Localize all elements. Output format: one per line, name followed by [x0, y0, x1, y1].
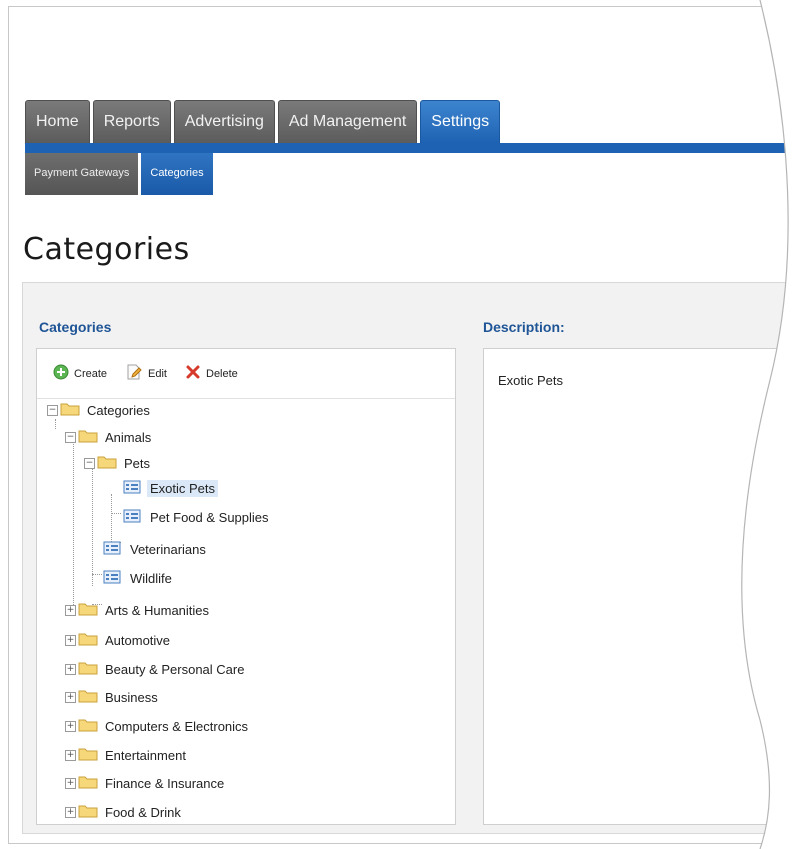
tree-connector	[92, 468, 93, 586]
expand-toggle[interactable]: +	[65, 691, 76, 703]
tree-node-label: Automotive	[105, 632, 171, 648]
category-tree-panel: Create Edit Delete − Categories − Animal…	[36, 348, 456, 825]
delete-button[interactable]: Delete	[185, 364, 238, 383]
red-x-icon	[185, 364, 201, 383]
main-tab-bar	[25, 143, 793, 153]
folder-icon	[78, 775, 102, 792]
tree-node-label: Entertainment	[105, 747, 186, 763]
tree-node-pets[interactable]: − Pets	[84, 452, 153, 474]
tree-node-label: Veterinarians	[130, 541, 206, 557]
folder-icon	[78, 602, 102, 619]
folder-icon	[60, 402, 84, 419]
collapse-toggle[interactable]: −	[84, 457, 95, 469]
tree-node-pet-food[interactable]: Pet Food & Supplies	[123, 506, 272, 528]
tree-node-animals[interactable]: − Animals	[65, 426, 154, 448]
tree-node-label: Food & Drink	[105, 804, 181, 820]
tree-node-wildlife[interactable]: Wildlife	[103, 567, 175, 589]
content-panel: Categories Description: Create Edit Dele…	[22, 282, 793, 834]
tree-node-computers[interactable]: + Computers & Electronics	[65, 715, 251, 737]
folder-icon	[78, 747, 102, 764]
folder-icon	[78, 632, 102, 649]
description-value: Exotic Pets	[498, 373, 564, 388]
list-item-icon	[103, 570, 127, 587]
expand-toggle[interactable]: +	[65, 663, 76, 675]
tree-node-label: Beauty & Personal Care	[105, 661, 245, 677]
folder-icon	[78, 661, 102, 678]
subtab-payment-gateways[interactable]: Payment Gateways	[25, 153, 139, 195]
tab-reports[interactable]: Reports	[92, 100, 171, 143]
tree-node-beauty[interactable]: + Beauty & Personal Care	[65, 658, 247, 680]
tree-node-arts[interactable]: + Arts & Humanities	[65, 599, 212, 621]
tree-node-automotive[interactable]: + Automotive	[65, 629, 173, 651]
tree-node-label: Finance & Insurance	[105, 775, 225, 791]
folder-icon	[78, 429, 102, 446]
tree-node-label: Arts & Humanities	[105, 602, 210, 618]
category-tree: − Categories − Animals − Pets Exotic Pet…	[37, 399, 455, 824]
expand-toggle[interactable]: +	[65, 777, 76, 789]
tree-node-label: Business	[105, 689, 158, 705]
subtab-categories[interactable]: Categories	[141, 153, 213, 195]
pencil-document-icon	[125, 363, 143, 384]
tree-node-exotic-pets[interactable]: Exotic Pets	[123, 477, 219, 499]
green-plus-circle-icon	[53, 364, 69, 383]
tree-node-label: Pet Food & Supplies	[150, 509, 269, 525]
expand-toggle[interactable]: +	[65, 806, 76, 818]
tree-node-label: Computers & Electronics	[105, 718, 249, 734]
main-nav-tabs: Home Reports Advertising Ad Management S…	[25, 100, 503, 144]
collapse-toggle[interactable]: −	[65, 431, 76, 443]
tree-connector	[111, 494, 112, 544]
tree-node-entertainment[interactable]: + Entertainment	[65, 744, 189, 766]
tree-connector	[111, 513, 121, 514]
tree-node-finance[interactable]: + Finance & Insurance	[65, 772, 227, 794]
sub-nav-tabs: Payment Gateways Categories	[25, 153, 216, 195]
tab-advertising[interactable]: Advertising	[173, 100, 275, 143]
tree-node-label: Pets	[124, 455, 151, 471]
list-item-icon	[103, 541, 127, 558]
tree-node-business[interactable]: + Business	[65, 686, 161, 708]
tree-node-label: Categories	[87, 402, 150, 418]
tree-node-food[interactable]: + Food & Drink	[65, 801, 184, 823]
list-item-icon	[123, 480, 147, 497]
tree-node-categories[interactable]: − Categories	[47, 399, 153, 421]
tree-connector	[73, 441, 74, 609]
tree-connector	[92, 574, 102, 575]
expand-toggle[interactable]: +	[65, 604, 76, 616]
tree-node-label: Animals	[105, 429, 152, 445]
delete-label: Delete	[206, 367, 238, 380]
edit-label: Edit	[148, 367, 167, 380]
tab-settings[interactable]: Settings	[420, 100, 501, 143]
edit-button[interactable]: Edit	[125, 363, 167, 384]
collapse-toggle[interactable]: −	[47, 404, 58, 416]
folder-icon	[78, 689, 102, 706]
tree-toolbar: Create Edit Delete	[37, 349, 455, 399]
folder-icon	[78, 718, 102, 735]
categories-panel-label: Categories	[39, 319, 112, 335]
expand-toggle[interactable]: +	[65, 749, 76, 761]
create-button[interactable]: Create	[53, 364, 107, 383]
description-panel: Exotic Pets	[483, 348, 793, 825]
folder-icon	[78, 804, 102, 821]
page-title: Categories	[23, 232, 190, 267]
expand-toggle[interactable]: +	[65, 634, 76, 646]
tab-ad-management[interactable]: Ad Management	[277, 100, 418, 143]
tree-node-label: Exotic Pets	[147, 479, 219, 497]
expand-toggle[interactable]: +	[65, 720, 76, 732]
folder-icon	[97, 455, 121, 472]
tab-home[interactable]: Home	[25, 100, 90, 143]
list-item-icon	[123, 509, 147, 526]
tree-node-veterinarians[interactable]: Veterinarians	[103, 538, 209, 560]
tree-node-label: Wildlife	[130, 570, 172, 586]
create-label: Create	[74, 367, 108, 380]
description-label: Description:	[483, 319, 565, 335]
